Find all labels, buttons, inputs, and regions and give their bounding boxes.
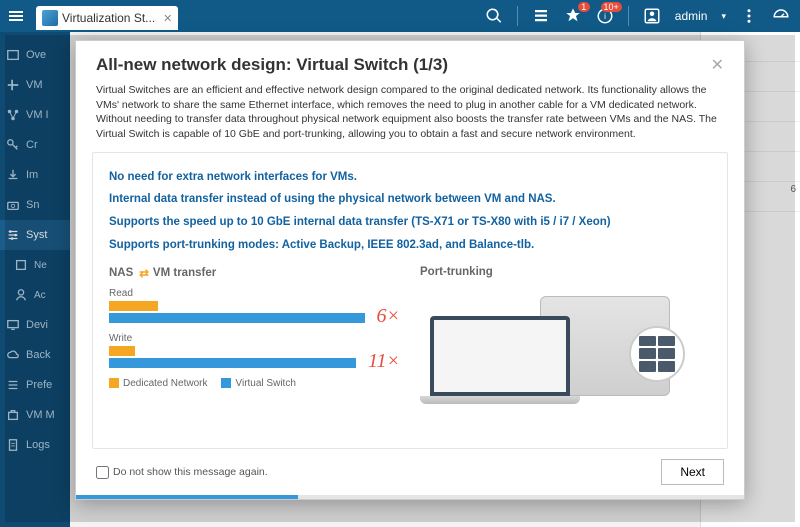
bar-vswitch [109, 313, 365, 323]
dont-show-checkbox[interactable]: Do not show this message again. [96, 466, 268, 479]
bar-vswitch [109, 358, 356, 368]
more-icon[interactable] [740, 7, 758, 25]
tasks-icon[interactable] [532, 7, 550, 25]
bar-label: Write [109, 333, 400, 344]
progress-fill [76, 495, 298, 499]
app-icon [42, 10, 58, 26]
feature-item: Supports the speed up to 10 GbE internal… [109, 212, 711, 233]
chart-title: Port-trunking [420, 266, 711, 278]
multiplier: 6× [377, 305, 401, 328]
dashboard-icon[interactable] [772, 7, 790, 25]
modal-description: Virtual Switches are an efficient and ef… [76, 83, 744, 152]
multiplier: 11× [368, 350, 400, 373]
write-bars: Write 11× [109, 333, 400, 368]
close-icon[interactable]: ✕ [163, 12, 172, 25]
bar-label: Read [109, 288, 400, 299]
legend: Dedicated Network Virtual Switch [109, 378, 400, 389]
menu-button[interactable] [0, 0, 32, 32]
feature-list: No need for extra network interfaces for… [109, 167, 711, 256]
app-tab[interactable]: Virtualization St... ✕ [36, 6, 178, 30]
user-icon[interactable] [643, 7, 661, 25]
device-illustration [420, 286, 680, 406]
search-icon[interactable] [485, 7, 503, 25]
next-button[interactable]: Next [661, 459, 724, 485]
modal-footer: Do not show this message again. Next [76, 449, 744, 495]
legend-swatch [221, 378, 231, 388]
bar-dedicated [109, 301, 158, 311]
close-icon[interactable]: ✕ [711, 55, 724, 75]
notify-badge: 10+ [601, 2, 622, 12]
feature-item: Internal data transfer instead of using … [109, 189, 711, 210]
port-trunking-col: Port-trunking [420, 266, 711, 406]
separator [628, 6, 629, 26]
chevron-down-icon[interactable]: ▾ [721, 11, 726, 22]
topbar: Virtualization St... ✕ 1 i10+ admin ▾ [0, 0, 800, 32]
intro-modal: All-new network design: Virtual Switch (… [75, 40, 745, 500]
tab-title: Virtualization St... [62, 11, 155, 25]
feature-item: Supports port-trunking modes: Active Bac… [109, 235, 711, 256]
news-badge: 1 [578, 2, 590, 12]
progress-bar [76, 495, 744, 499]
checkbox[interactable] [96, 466, 109, 479]
feature-item: No need for extra network interfaces for… [109, 167, 711, 188]
svg-text:i: i [604, 12, 606, 21]
read-bars: Read 6× [109, 288, 400, 323]
bar-dedicated [109, 346, 135, 356]
separator [517, 6, 518, 26]
notify-icon[interactable]: i10+ [596, 7, 614, 25]
modal-body: No need for extra network interfaces for… [92, 152, 728, 449]
topbar-right: 1 i10+ admin ▾ [485, 6, 800, 26]
chart-title: NAS ⇄ VM transfer [109, 266, 400, 280]
transfer-chart: NAS ⇄ VM transfer Read 6× Write 11× Dedi… [109, 266, 400, 406]
user-label[interactable]: admin [675, 9, 708, 23]
ports-magnifier-icon [629, 326, 685, 382]
arrows-icon: ⇄ [139, 266, 147, 280]
laptop-icon [420, 316, 580, 411]
modal-header: All-new network design: Virtual Switch (… [76, 41, 744, 83]
news-icon[interactable]: 1 [564, 7, 582, 25]
modal-title: All-new network design: Virtual Switch (… [96, 55, 448, 75]
legend-swatch [109, 378, 119, 388]
charts-row: NAS ⇄ VM transfer Read 6× Write 11× Dedi… [109, 266, 711, 406]
